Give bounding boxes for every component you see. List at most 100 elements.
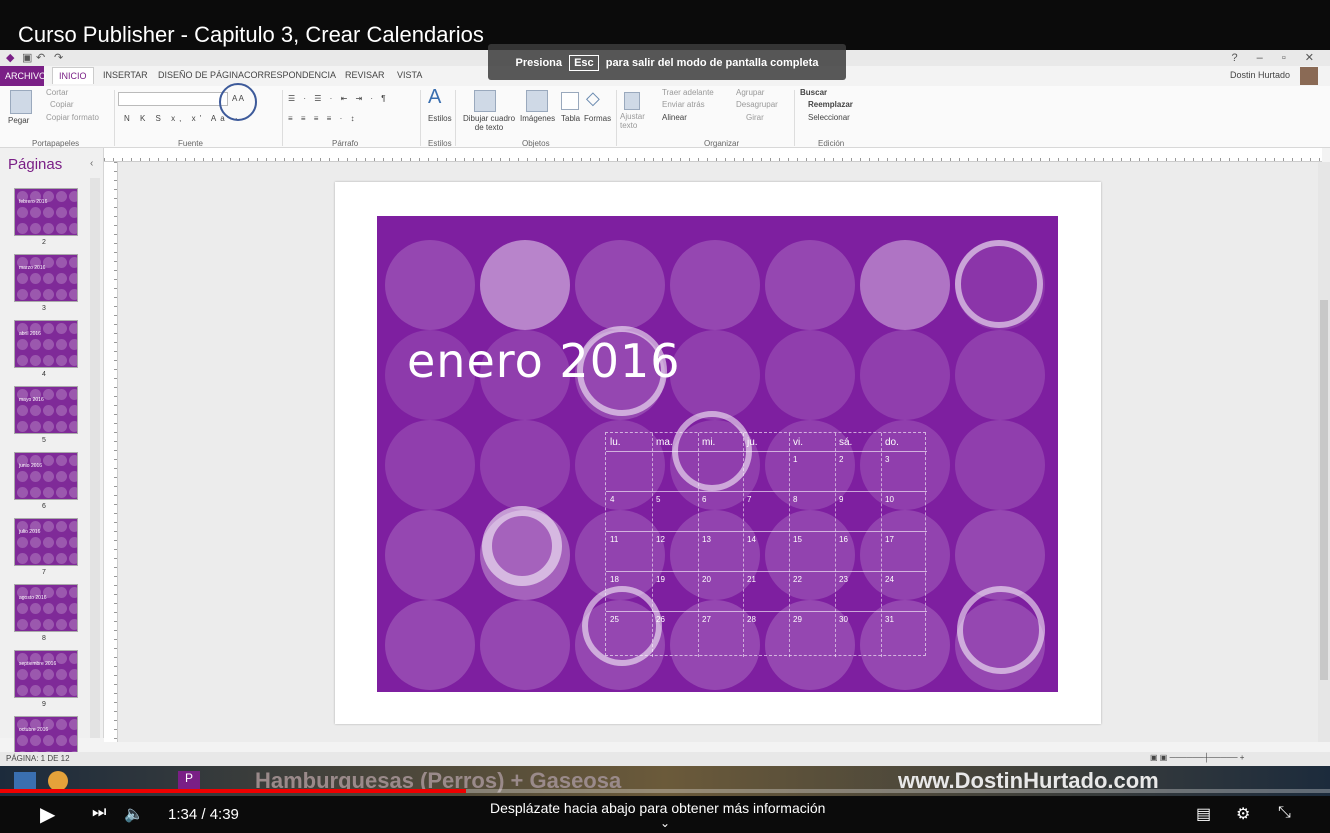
day-cell[interactable]: 19 — [656, 575, 665, 584]
bring-forward-button[interactable]: Traer adelante — [662, 88, 714, 97]
day-cell[interactable]: 30 — [839, 615, 848, 624]
day-cell[interactable]: 18 — [610, 575, 619, 584]
calendar-grid[interactable]: lu. ma. mi. ju. vi. sá. do. 1 2 3 4 5 6 7 8 9 10 11 12 13 14… — [605, 432, 927, 657]
paste-button[interactable]: Pegar — [8, 116, 29, 125]
publisher-taskbar-icon[interactable]: P — [178, 771, 200, 791]
tab-inicio[interactable]: INICIO — [52, 67, 94, 84]
day-cell[interactable]: 4 — [610, 495, 614, 504]
avatar[interactable] — [1300, 67, 1318, 85]
save-icon[interactable]: ▣ — [22, 51, 32, 64]
pages-scrollbar[interactable] — [90, 178, 100, 738]
thumbnail-circle — [30, 685, 41, 696]
undo-icon[interactable]: ↶ — [36, 51, 45, 64]
scrollbar-thumb[interactable] — [1320, 300, 1328, 680]
start-icon[interactable] — [14, 772, 36, 790]
day-cell[interactable]: 10 — [885, 495, 894, 504]
day-cell[interactable]: 31 — [885, 615, 894, 624]
day-cell[interactable]: 26 — [656, 615, 665, 624]
page-thumbnail[interactable]: junio 2016 — [14, 452, 78, 500]
page-thumbnail[interactable]: agosto 2016 — [14, 584, 78, 632]
page-thumbnail[interactable]: septiembre 2016 — [14, 650, 78, 698]
day-cell[interactable]: 12 — [656, 535, 665, 544]
day-cell[interactable]: 9 — [839, 495, 843, 504]
tab-revisar[interactable]: REVISAR — [345, 70, 385, 80]
day-cell[interactable]: 8 — [793, 495, 797, 504]
copy-button[interactable]: Copiar — [50, 100, 74, 109]
collapse-pane-icon[interactable]: ‹ — [90, 158, 93, 169]
exit-fullscreen-icon[interactable]: ⤡ — [1278, 804, 1291, 822]
chrome-icon[interactable] — [48, 771, 68, 791]
day-cell[interactable]: 2 — [839, 455, 843, 464]
draw-textbox-button[interactable]: Dibujar cuadro de texto — [458, 114, 520, 132]
align-buttons[interactable]: ≡ ≡ ≡ ≡ · ↕ — [288, 114, 357, 123]
page-thumbnail[interactable]: abril 2016 — [14, 320, 78, 368]
ungroup-button[interactable]: Desagrupar — [736, 100, 778, 109]
day-cell[interactable]: 16 — [839, 535, 848, 544]
group-button[interactable]: Agrupar — [736, 88, 764, 97]
day-cell[interactable]: 11 — [610, 535, 618, 544]
day-cell[interactable]: 28 — [747, 615, 756, 624]
weekday-header: vi. — [793, 437, 803, 448]
vertical-ruler[interactable] — [104, 162, 118, 742]
select-button[interactable]: Seleccionar — [808, 113, 850, 122]
tab-archivo[interactable]: ARCHIVO — [0, 66, 46, 86]
day-cell[interactable]: 7 — [747, 495, 751, 504]
group-objetos: Objetos — [522, 139, 550, 148]
day-cell[interactable]: 3 — [885, 455, 889, 464]
horizontal-ruler[interactable] — [104, 148, 1322, 162]
page-thumbnail[interactable]: febrero 2016 — [14, 188, 78, 236]
day-cell[interactable]: 29 — [793, 615, 802, 624]
thumbnail-circle — [17, 537, 28, 548]
day-cell[interactable]: 25 — [610, 615, 619, 624]
video-progress[interactable] — [0, 789, 1330, 793]
tab-correspondencia[interactable]: CORRESPONDENCIA — [244, 70, 336, 80]
day-cell[interactable]: 20 — [702, 575, 711, 584]
day-cell[interactable]: 24 — [885, 575, 894, 584]
tab-insertar[interactable]: INSERTAR — [103, 70, 148, 80]
styles-button[interactable]: Estilos — [428, 114, 452, 123]
find-button[interactable]: Buscar — [800, 88, 827, 97]
next-icon[interactable]: ⏭ — [92, 804, 106, 822]
calendar-title[interactable]: enero 2016 — [407, 334, 681, 388]
page-thumbnail[interactable]: julio 2016 — [14, 518, 78, 566]
day-cell[interactable]: 6 — [702, 495, 706, 504]
settings-icon[interactable]: ⚙ — [1236, 804, 1250, 824]
rotate-button[interactable]: Girar — [746, 113, 764, 122]
replace-button[interactable]: Reemplazar — [808, 100, 853, 109]
play-icon[interactable]: ▶ — [40, 802, 55, 827]
user-name[interactable]: Dostin Hurtado — [1230, 70, 1290, 80]
wrap-text-button[interactable]: Ajustar texto — [620, 112, 650, 130]
day-cell[interactable]: 5 — [656, 495, 660, 504]
page-indicator[interactable]: PÁGINA: 1 DE 12 — [6, 754, 70, 763]
decor-circle — [480, 600, 570, 690]
chevron-down-icon[interactable]: ⌄ — [660, 816, 670, 830]
captions-icon[interactable]: ▤ — [1196, 804, 1211, 824]
window-controls[interactable]: ? – ▫ ✕ — [1231, 51, 1322, 64]
day-cell[interactable]: 14 — [747, 535, 756, 544]
list-buttons[interactable]: ☰ · ☰ · ⇤ ⇥ · ¶ — [288, 94, 389, 103]
day-cell[interactable]: 13 — [702, 535, 711, 544]
align-button[interactable]: Alinear — [662, 113, 687, 122]
tab-diseno[interactable]: DISEÑO DE PÁGINA — [158, 70, 244, 80]
shapes-button[interactable]: Formas — [584, 114, 611, 123]
day-cell[interactable]: 27 — [702, 615, 711, 624]
day-cell[interactable]: 15 — [793, 535, 802, 544]
day-cell[interactable]: 21 — [747, 575, 756, 584]
font-name-input[interactable] — [118, 92, 228, 106]
page-thumbnail[interactable]: marzo 2016 — [14, 254, 78, 302]
volume-icon[interactable]: 🔈 — [124, 804, 144, 824]
day-cell[interactable]: 17 — [885, 535, 894, 544]
day-cell[interactable]: 1 — [793, 455, 797, 464]
calendar-panel[interactable]: enero 2016 lu. ma. mi. ju. vi. sá. do. 1 2 3 4 5 6 7 8… — [377, 216, 1058, 692]
redo-icon[interactable]: ↷ — [54, 51, 63, 64]
table-button[interactable]: Tabla — [561, 114, 580, 123]
format-painter-button[interactable]: Copiar formato — [46, 113, 99, 122]
zoom-slider[interactable]: ▣ ▣ ──────┼───── + — [1150, 753, 1244, 762]
send-backward-button[interactable]: Enviar atrás — [662, 100, 705, 109]
day-cell[interactable]: 23 — [839, 575, 848, 584]
tab-vista[interactable]: VISTA — [397, 70, 422, 80]
page-thumbnail[interactable]: mayo 2016 — [14, 386, 78, 434]
cut-button[interactable]: Cortar — [46, 88, 68, 97]
images-button[interactable]: Imágenes — [520, 114, 555, 123]
day-cell[interactable]: 22 — [793, 575, 802, 584]
